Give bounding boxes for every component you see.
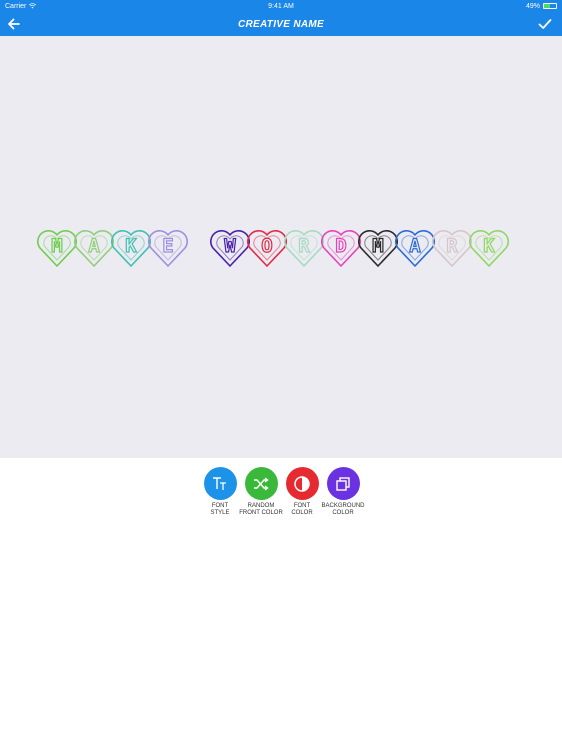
- heart-letter-3: K: [111, 230, 151, 267]
- heart-letter-char: A: [409, 235, 421, 257]
- heart-letter-char: E: [162, 235, 173, 257]
- bottom-toolbar: FONT STYLE RANDOM FRONT COLOR FONT COLOR: [0, 458, 562, 750]
- heart-letter-5: W: [210, 230, 250, 267]
- heart-letter-char: A: [88, 235, 100, 257]
- heart-letter-char: K: [483, 235, 495, 257]
- heart-letter-char: W: [224, 235, 236, 257]
- carrier-label: Carrier: [5, 2, 27, 10]
- layers-icon: [336, 476, 350, 491]
- heart-letter-11: R: [432, 230, 472, 267]
- wordmark-preview: MAKEWORDMARK: [37, 230, 509, 267]
- heart-letter-9: M: [358, 230, 398, 267]
- heart-letter-1: M: [37, 230, 77, 267]
- background-color-label: BACKGROUND COLOR: [321, 503, 365, 516]
- battery-icon: [543, 3, 557, 9]
- background-color-button[interactable]: [326, 467, 360, 500]
- heart-letter-4: E: [148, 230, 188, 267]
- heart-letter-10: A: [395, 230, 435, 267]
- heart-letter-6: O: [247, 230, 287, 267]
- heart-letter-char: K: [125, 235, 137, 257]
- status-right: 49%: [526, 3, 557, 10]
- heart-letter-char: M: [372, 235, 383, 257]
- heart-letter-char: R: [446, 235, 458, 257]
- status-bar: Carrier 9:41 AM 49%: [0, 0, 562, 12]
- heart-letter-char: O: [261, 235, 272, 257]
- battery-fill: [544, 4, 550, 8]
- background-color-tool[interactable]: BACKGROUND COLOR: [308, 467, 378, 517]
- heart-letter-2: A: [74, 230, 114, 267]
- page-title: CREATIVE NAME: [238, 18, 324, 30]
- heart-letter-7: R: [284, 230, 324, 267]
- nav-bar: CREATIVE NAME: [0, 12, 562, 36]
- battery-percent: 49%: [525, 2, 540, 10]
- heart-letter-char: R: [298, 235, 310, 257]
- wifi-icon: [29, 3, 37, 9]
- preview-canvas: MAKEWORDMARK: [0, 36, 562, 458]
- heart-letter-12: K: [469, 230, 509, 267]
- checkmark-icon[interactable]: [537, 16, 553, 32]
- status-time: 9:41 AM: [268, 2, 294, 10]
- status-left: Carrier: [5, 2, 37, 10]
- arrow-left-icon[interactable]: [6, 16, 22, 32]
- heart-letter-char: M: [51, 235, 62, 257]
- heart-letter-char: D: [335, 235, 346, 257]
- heart-letter-8: D: [321, 230, 361, 267]
